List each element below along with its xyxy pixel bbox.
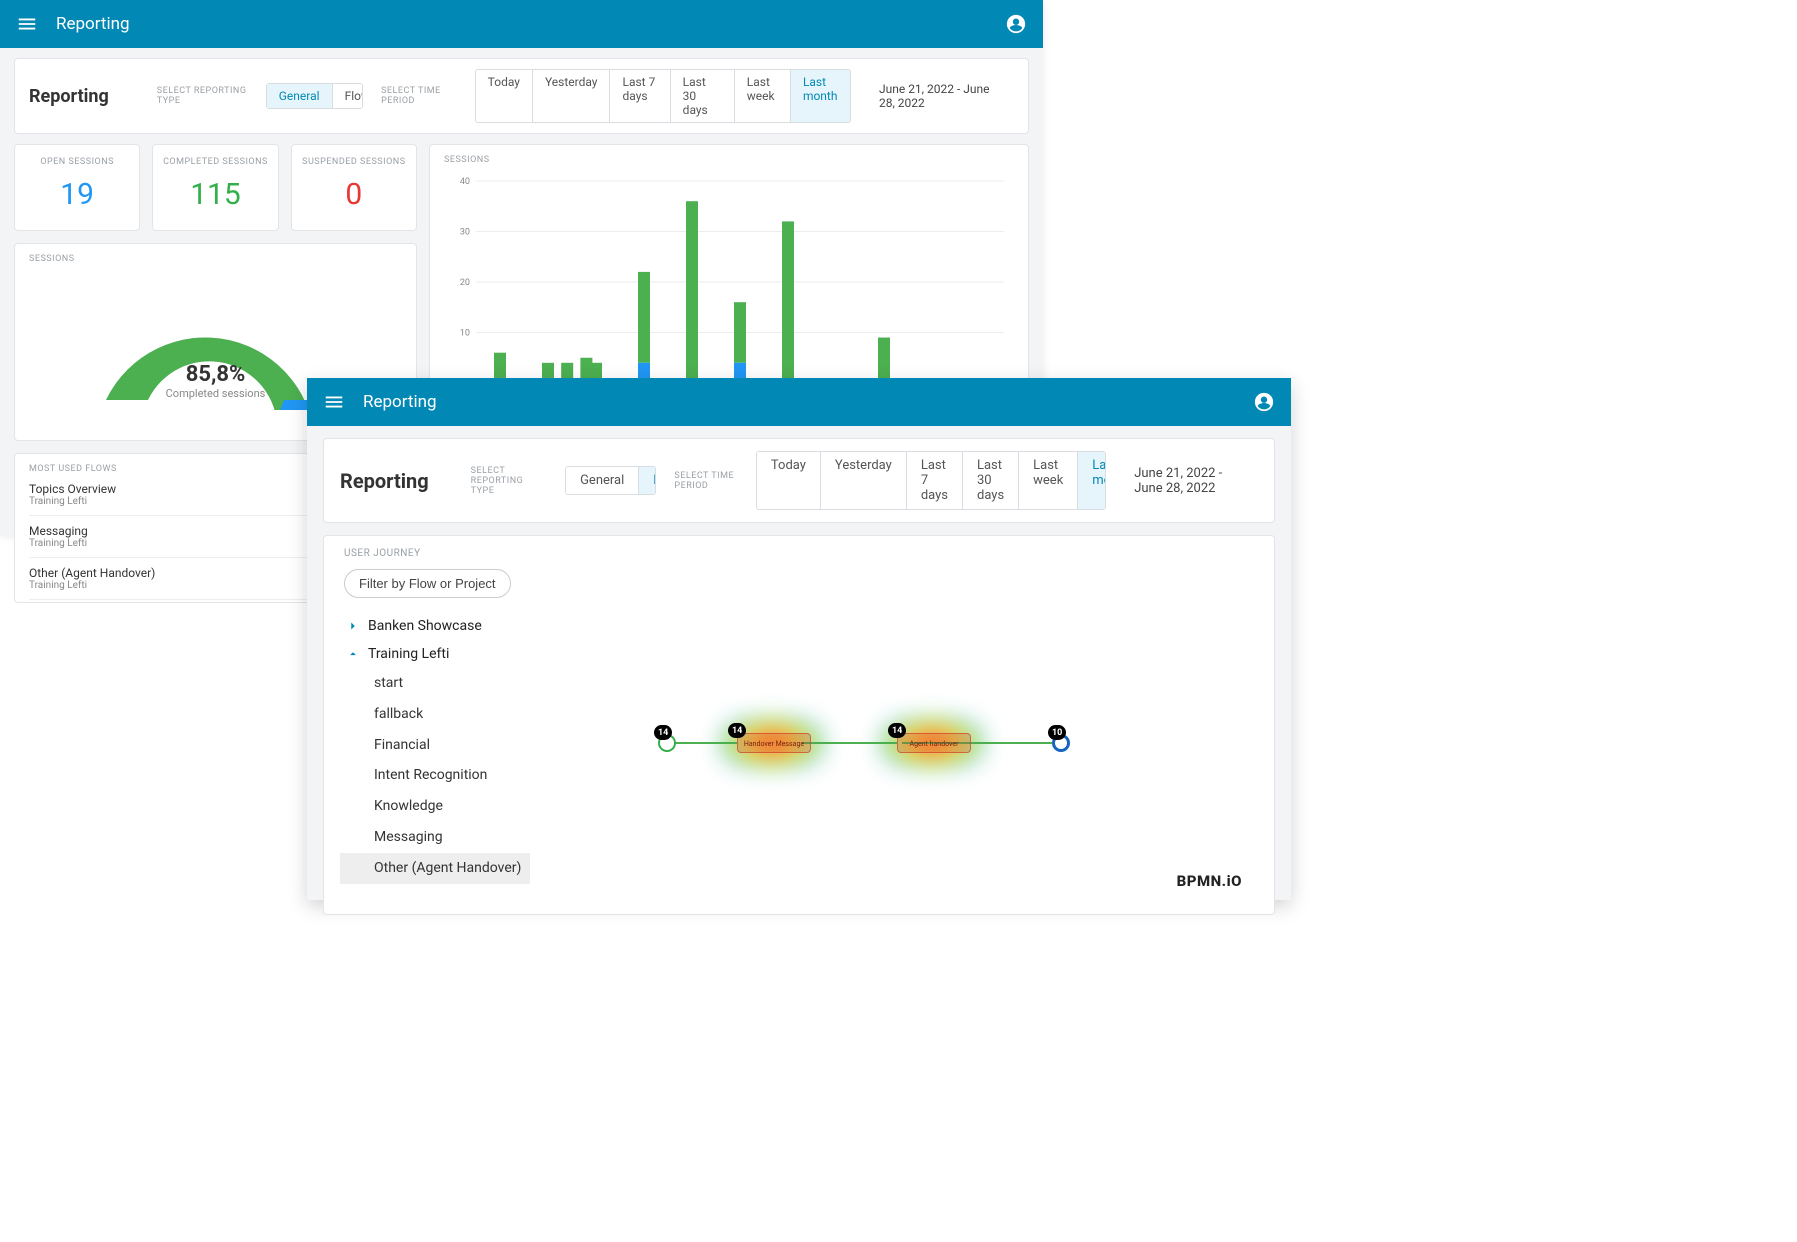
flow-project: Training Lefti — [29, 538, 88, 549]
completed-sessions-value: 115 — [161, 177, 269, 212]
flow-project: Training Lefti — [29, 496, 116, 507]
time-option-last-month[interactable]: Last month — [791, 70, 850, 122]
menu-icon[interactable] — [16, 13, 38, 35]
time-option-yesterday[interactable]: Yesterday — [533, 70, 611, 122]
time-option-last-7-days[interactable]: Last 7 days — [610, 70, 670, 122]
time-period-segment: TodayYesterdayLast 7 daysLast 30 daysLas… — [475, 69, 851, 123]
completed-sessions-label: COMPLETED SESSIONS — [161, 157, 269, 167]
suspended-sessions-card: SUSPENDED SESSIONS 0 — [291, 144, 417, 231]
bpmn-logo: BPMN.iO — [1177, 872, 1242, 890]
type-option-general[interactable]: General — [267, 84, 333, 108]
menu-icon[interactable] — [323, 391, 345, 413]
time-option-last-7-days[interactable]: Last 7 days — [907, 452, 963, 509]
type-option-general[interactable]: General — [566, 467, 639, 494]
svg-text:20: 20 — [460, 278, 470, 288]
toolbar: Reporting SELECT REPORTING TYPE GeneralF… — [14, 58, 1029, 134]
select-type-label: SELECT REPORTING TYPE — [471, 466, 547, 496]
journey-canvas-area: 14Handover Message14Agent handover1410 B… — [530, 536, 1258, 898]
svg-text:40: 40 — [460, 177, 470, 187]
time-option-yesterday[interactable]: Yesterday — [821, 452, 907, 509]
type-option-flows[interactable]: Flows — [333, 84, 364, 108]
time-option-today[interactable]: Today — [757, 452, 821, 509]
time-period-segment: TodayYesterdayLast 7 daysLast 30 daysLas… — [756, 451, 1106, 510]
completed-sessions-card: COMPLETED SESSIONS 115 — [152, 144, 278, 231]
journey-node[interactable]: Handover Message — [737, 733, 811, 753]
appbar-title: Reporting — [363, 392, 1253, 412]
filter-button[interactable]: Filter by Flow or Project — [344, 569, 511, 598]
time-option-last-week[interactable]: Last week — [735, 70, 791, 122]
time-option-last-30-days[interactable]: Last 30 days — [963, 452, 1019, 509]
tree-flow-item[interactable]: Knowledge — [340, 791, 530, 822]
suspended-sessions-label: SUSPENDED SESSIONS — [300, 157, 408, 167]
time-option-today[interactable]: Today — [476, 70, 533, 122]
type-option-flows[interactable]: Flows — [639, 467, 656, 494]
tree-project[interactable]: Banken Showcase — [340, 612, 530, 640]
select-type-label: SELECT REPORTING TYPE — [157, 86, 248, 106]
chevron-right-icon — [346, 619, 360, 633]
flow-name: Topics Overview — [29, 482, 116, 496]
sessions-bar-chart: 0102030401.5.20224.5.20227.5.202210.5.20… — [444, 171, 1014, 411]
appbar: Reporting — [307, 378, 1291, 426]
journey-node-badge: 14 — [728, 723, 746, 738]
page-title: Reporting — [29, 86, 109, 107]
appbar: Reporting — [0, 0, 1043, 48]
flow-name: Other (Agent Handover) — [29, 566, 155, 580]
tree-flow-item[interactable]: Other (Agent Handover) — [340, 853, 530, 884]
account-icon[interactable] — [1005, 13, 1027, 35]
svg-text:30: 30 — [460, 228, 470, 238]
user-journey-sidebar: USER JOURNEY Filter by Flow or Project B… — [340, 536, 530, 898]
date-range: June 21, 2022 - June 28, 2022 — [869, 77, 1014, 115]
time-option-last-month[interactable]: Last month — [1078, 452, 1106, 509]
tree-flow-item[interactable]: Financial — [340, 730, 530, 761]
user-journey-label: USER JOURNEY — [340, 548, 530, 559]
select-time-label: SELECT TIME PERIOD — [381, 86, 457, 106]
tree-flow-item[interactable]: start — [340, 668, 530, 699]
open-sessions-label: OPEN SESSIONS — [23, 157, 131, 167]
tree-project[interactable]: Training Lefti — [340, 640, 530, 668]
page-title: Reporting — [340, 469, 429, 493]
reporting-type-segment: GeneralFlows — [266, 83, 363, 109]
appbar-title: Reporting — [56, 14, 1005, 34]
reporting-type-segment: GeneralFlows — [565, 466, 656, 495]
select-time-label: SELECT TIME PERIOD — [674, 471, 738, 491]
account-icon[interactable] — [1253, 391, 1275, 413]
tree-flow-item[interactable]: fallback — [340, 699, 530, 730]
flow-project: Training Lefti — [29, 580, 155, 591]
suspended-sessions-value: 0 — [300, 177, 408, 212]
time-option-last-week[interactable]: Last week — [1019, 452, 1078, 509]
tree-flow-item[interactable]: Intent Recognition — [340, 760, 530, 791]
journey-end-badge: 10 — [1048, 725, 1066, 740]
tree-project-label: Banken Showcase — [368, 618, 482, 634]
svg-text:10: 10 — [460, 329, 470, 339]
journey-node[interactable]: Agent handover — [897, 733, 971, 753]
time-option-last-30-days[interactable]: Last 30 days — [671, 70, 735, 122]
tree-project-label: Training Lefti — [368, 646, 449, 662]
toolbar: Reporting SELECT REPORTING TYPE GeneralF… — [323, 438, 1275, 523]
open-sessions-value: 19 — [23, 177, 131, 212]
journey-node-badge: 14 — [888, 723, 906, 738]
journey-start-badge: 14 — [654, 725, 672, 740]
open-sessions-card: OPEN SESSIONS 19 — [14, 144, 140, 231]
sessions-chart-label: SESSIONS — [444, 155, 1014, 165]
chevron-up-icon — [346, 647, 360, 661]
flows-reporting-window: Reporting Reporting SELECT REPORTING TYP… — [307, 378, 1291, 900]
tree-flow-item[interactable]: Messaging — [340, 822, 530, 853]
flow-name: Messaging — [29, 524, 88, 538]
sessions-gauge-label: SESSIONS — [29, 254, 402, 264]
date-range: June 21, 2022 - June 28, 2022 — [1124, 461, 1258, 501]
